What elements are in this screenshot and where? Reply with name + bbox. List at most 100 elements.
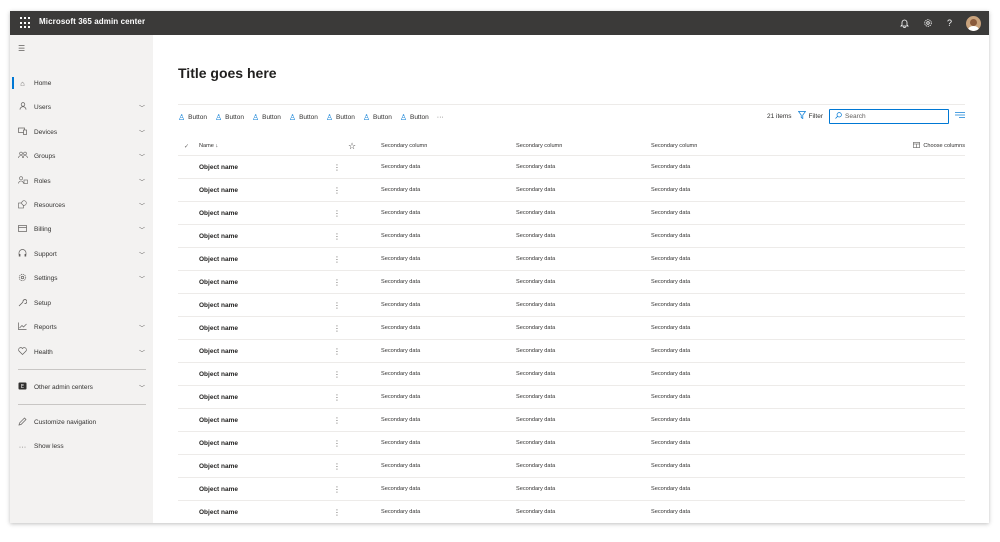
chevron-down-icon[interactable]: ﹀ [139,152,145,161]
sidebar-item-roles[interactable]: Roles ﹀ [10,172,153,190]
sidebar-item-show-less[interactable]: ··· Show less [10,437,153,455]
more-commands-icon[interactable]: ··· [437,114,444,121]
app-title[interactable]: Microsoft 365 admin center [39,17,145,26]
object-name[interactable]: Object name [199,455,238,477]
command-button[interactable]: ♙ Button [326,113,355,122]
command-button[interactable]: ♙ Button [252,113,281,122]
table-row[interactable]: Object name ⋮ Secondary data Secondary data… [178,224,965,247]
object-name[interactable]: Object name [199,156,238,178]
command-button[interactable]: ♙ Button [363,113,392,122]
object-name[interactable]: Object name [199,248,238,270]
table-row[interactable]: Object name ⋮ Secondary data Secondary data… [178,247,965,270]
table-row[interactable]: Object name ⋮ Secondary data Secondary data… [178,293,965,316]
more-options-icon[interactable]: ⋮ [333,248,341,270]
chevron-down-icon[interactable]: ﹀ [139,348,145,357]
sidebar-item-setup[interactable]: Setup [10,294,153,312]
more-options-icon[interactable]: ⋮ [333,156,341,178]
object-name[interactable]: Object name [199,386,238,408]
star-icon[interactable]: ☆ [348,137,356,155]
table-row[interactable]: Object name ⋮ Secondary data Secondary data… [178,431,965,454]
table-row[interactable]: Object name ⋮ Secondary data Secondary data… [178,201,965,224]
hamburger-icon[interactable]: ☰ [18,44,25,53]
command-button[interactable]: ♙ Button [215,113,244,122]
bell-icon[interactable] [900,18,909,28]
column-header-secondary[interactable]: Secondary column [516,137,562,155]
object-name[interactable]: Object name [199,478,238,500]
more-options-icon[interactable]: ⋮ [333,386,341,408]
table-row[interactable]: Object name ⋮ Secondary data Secondary data… [178,408,965,431]
sidebar-item-groups[interactable]: Groups ﹀ [10,147,153,165]
more-options-icon[interactable]: ⋮ [333,179,341,201]
more-options-icon[interactable]: ⋮ [333,409,341,431]
search-box[interactable] [829,108,949,124]
view-options-icon[interactable] [955,111,965,121]
object-name[interactable]: Object name [199,202,238,224]
sidebar-item-settings[interactable]: Settings ﹀ [10,269,153,287]
more-options-icon[interactable]: ⋮ [333,363,341,385]
chevron-down-icon[interactable]: ﹀ [139,103,145,112]
more-options-icon[interactable]: ⋮ [333,225,341,247]
table-row[interactable]: Object name ⋮ Secondary data Secondary data… [178,385,965,408]
sidebar-item-reports[interactable]: Reports ﹀ [10,318,153,336]
more-options-icon[interactable]: ⋮ [333,271,341,293]
sidebar-item-users[interactable]: Users ﹀ [10,98,153,116]
more-options-icon[interactable]: ⋮ [333,455,341,477]
command-button[interactable]: ♙ Button [400,113,429,122]
object-name[interactable]: Object name [199,340,238,362]
table-row[interactable]: Object name ⋮ Secondary data Secondary data… [178,178,965,201]
select-all-checkbox[interactable]: ✓ [184,137,189,155]
more-options-icon[interactable]: ⋮ [333,294,341,316]
sidebar-item-home[interactable]: ⌂ Home [10,74,153,92]
object-name[interactable]: Object name [199,179,238,201]
sidebar-item-devices[interactable]: Devices ﹀ [10,123,153,141]
more-options-icon[interactable]: ⋮ [333,478,341,500]
object-name[interactable]: Object name [199,432,238,454]
choose-columns-button[interactable]: Choose columns [913,137,965,155]
more-options-icon[interactable]: ⋮ [333,202,341,224]
command-button[interactable]: ♙ Button [178,113,207,122]
column-header-secondary[interactable]: Secondary column [381,137,427,155]
object-name[interactable]: Object name [199,225,238,247]
object-name[interactable]: Object name [199,501,238,523]
sidebar-item-health[interactable]: Health ﹀ [10,343,153,361]
column-header-name[interactable]: Name ↓ [199,137,218,155]
column-header-secondary[interactable]: Secondary column [651,137,697,155]
sidebar-item-support[interactable]: Support ﹀ [10,245,153,263]
sidebar-item-resources[interactable]: Resources ﹀ [10,196,153,214]
more-options-icon[interactable]: ⋮ [333,317,341,339]
table-row[interactable]: Object name ⋮ Secondary data Secondary data… [178,316,965,339]
search-input[interactable] [845,112,940,120]
object-name[interactable]: Object name [199,294,238,316]
chevron-down-icon[interactable]: ﹀ [139,274,145,283]
table-row[interactable]: Object name ⋮ Secondary data Secondary data… [178,477,965,500]
chevron-down-icon[interactable]: ﹀ [139,383,145,392]
sidebar-item-other-admin-centers[interactable]: E Other admin centers ﹀ [10,378,153,396]
object-name[interactable]: Object name [199,271,238,293]
sidebar-item-customize-navigation[interactable]: Customize navigation [10,413,153,431]
app-launcher-icon[interactable] [20,17,32,29]
table-row[interactable]: Object name ⋮ Secondary data Secondary data… [178,454,965,477]
chevron-down-icon[interactable]: ﹀ [139,177,145,186]
object-name[interactable]: Object name [199,409,238,431]
filter-button[interactable]: Filter [797,111,823,121]
sidebar-item-billing[interactable]: Billing ﹀ [10,220,153,238]
table-row[interactable]: Object name ⋮ Secondary data Secondary data… [178,155,965,178]
table-row[interactable]: Object name ⋮ Secondary data Secondary data… [178,362,965,385]
chevron-down-icon[interactable]: ﹀ [139,323,145,332]
table-row[interactable]: Object name ⋮ Secondary data Secondary data… [178,339,965,362]
object-name[interactable]: Object name [199,317,238,339]
table-row[interactable]: Object name ⋮ Secondary data Secondary data… [178,270,965,293]
chevron-down-icon[interactable]: ﹀ [139,250,145,259]
chevron-down-icon[interactable]: ﹀ [139,201,145,210]
command-button[interactable]: ♙ Button [289,113,318,122]
gear-icon[interactable] [923,18,933,28]
more-options-icon[interactable]: ⋮ [333,340,341,362]
object-name[interactable]: Object name [199,363,238,385]
avatar[interactable] [966,15,981,31]
more-options-icon[interactable]: ⋮ [333,432,341,454]
more-options-icon[interactable]: ⋮ [333,501,341,523]
table-row[interactable]: Object name ⋮ Secondary data Secondary data… [178,500,965,523]
chevron-down-icon[interactable]: ﹀ [139,225,145,234]
help-icon[interactable]: ? [947,18,952,28]
chevron-down-icon[interactable]: ﹀ [139,128,145,137]
